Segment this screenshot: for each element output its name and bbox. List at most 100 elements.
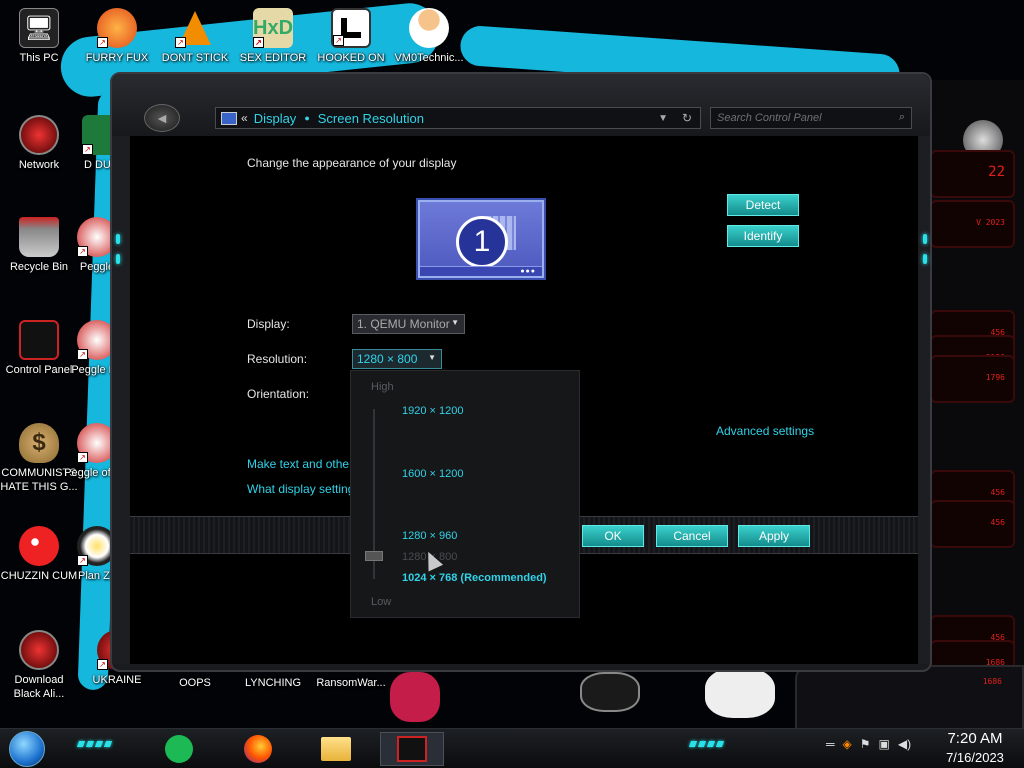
spotify-icon <box>165 735 193 763</box>
system-tray: ═ ◈ ⚑ ▣ ◀) <box>826 737 911 751</box>
identify-button[interactable]: Identify <box>727 225 799 247</box>
monitor-dots-icon: ●●● <box>520 268 536 275</box>
desktop-icon-label: Download Black Ali... <box>13 674 65 700</box>
address-history-chevron-icon[interactable]: ▼ <box>658 113 668 124</box>
desktop-icon-label: SEX EDITOR <box>239 52 307 64</box>
desktop-icon-label: LYNCHING <box>244 677 302 689</box>
taskbar-led-strip <box>76 741 113 747</box>
window-led <box>116 254 120 264</box>
desktop-icon-this-pc[interactable]: 🖥 This PC <box>0 8 78 65</box>
desktop-icon-label: FURRY FUX <box>85 52 149 64</box>
alien-download-icon <box>19 630 59 670</box>
volume-icon[interactable]: ◀) <box>898 737 911 751</box>
taskbar-file-explorer[interactable] <box>315 732 357 766</box>
wallpaper-stat-box: 1796 <box>930 355 1015 403</box>
display-select-value: 1. QEMU Monitor <box>357 317 450 331</box>
firefox-icon: ↗ <box>97 8 137 48</box>
monitor-1-preview[interactable]: 1 ●●● <box>418 200 544 278</box>
taskbar: ═ ◈ ⚑ ▣ ◀) 7:20 AM 7/16/2023 <box>0 728 1024 768</box>
desktop-icon-ransomware[interactable]: RansomWar... <box>312 676 390 690</box>
resolution-option[interactable]: 1600 × 1200 <box>402 468 463 480</box>
slider-high-label: High <box>371 381 394 393</box>
address-bar[interactable]: « Display ● Screen Resolution ▼ ↻ <box>215 107 701 129</box>
network-icon <box>19 115 59 155</box>
search-placeholder: Search Control Panel <box>717 112 822 124</box>
resolution-slider-popup: High 1920 × 1200 1600 × 1200 1280 × 960 … <box>350 370 580 618</box>
back-arrow-icon: ◄ <box>155 110 169 126</box>
desktop-icon-label: HOOKED ON <box>317 52 385 64</box>
desktop-icon-label: UKRAINE <box>92 674 142 686</box>
clock-time: 7:20 AM <box>947 730 1003 747</box>
cancel-button[interactable]: Cancel <box>656 525 728 547</box>
chevron-down-icon: ▼ <box>451 318 459 327</box>
desktop-icon-dont-stick[interactable]: ↗ DONT STICK <box>156 8 234 65</box>
desktop-icon-lynching[interactable]: LYNCHING <box>234 676 312 690</box>
chuzzle-icon <box>19 526 59 566</box>
desktop-icon-label: DONT STICK <box>161 52 229 64</box>
window-led <box>923 234 927 244</box>
breadcrumb-overflow-icon[interactable]: « <box>241 111 248 125</box>
window-right-border <box>916 136 930 664</box>
desktop-icon-vm0technic[interactable]: VM0Technic... <box>390 8 468 65</box>
resolution-option[interactable]: 1280 × 960 <box>402 530 457 542</box>
vlc-icon: ↗ <box>175 8 215 48</box>
display-select[interactable]: 1. QEMU Monitor ▼ <box>352 314 465 334</box>
taskbar-spotify[interactable] <box>158 732 200 766</box>
refresh-icon[interactable]: ↻ <box>682 111 692 125</box>
monitor-taskbar-graphic: ●●● <box>420 266 542 276</box>
desktop-icon-label: RansomWar... <box>316 677 386 689</box>
text-size-link[interactable]: Make text and other <box>247 457 353 471</box>
search-input[interactable]: Search Control Panel ⌕ <box>710 107 912 129</box>
back-forward-button[interactable]: ◄ <box>144 104 180 132</box>
window-led <box>116 234 120 244</box>
advanced-settings-link[interactable]: Advanced settings <box>716 424 814 438</box>
window-led <box>923 254 927 264</box>
control-panel-icon <box>397 736 427 762</box>
this-pc-icon: 🖥 <box>19 8 59 48</box>
wallpaper-shoe <box>390 672 440 722</box>
desktop-icon-oops[interactable]: OOPS <box>156 676 234 690</box>
ok-button[interactable]: OK <box>582 525 644 547</box>
taskbar-clock[interactable]: 7:20 AM 7/16/2023 <box>935 729 1015 766</box>
file-explorer-icon <box>321 737 351 761</box>
resolution-option-recommended[interactable]: 1024 × 768 (Recommended) <box>402 572 547 584</box>
start-button[interactable] <box>9 731 45 767</box>
apply-button[interactable]: Apply <box>738 525 810 547</box>
desktop-icon-furry-fux[interactable]: ↗ FURRY FUX <box>78 8 156 65</box>
slider-low-label: Low <box>371 596 392 608</box>
notification-flag-icon[interactable]: ⚑ <box>860 737 871 751</box>
breadcrumb-separator-icon[interactable]: ● <box>304 113 309 123</box>
resolution-option[interactable]: 1920 × 1200 <box>402 405 463 417</box>
detect-button[interactable]: Detect <box>727 194 799 216</box>
clock-date: 7/16/2023 <box>946 750 1004 765</box>
network-tray-icon[interactable]: ▣ <box>879 737 890 751</box>
search-icon[interactable]: ⌕ <box>899 111 905 124</box>
display-label: Display: <box>247 317 290 331</box>
page-title: Change the appearance of your display <box>247 156 457 170</box>
taskbar-firefox[interactable] <box>237 732 279 766</box>
desktop-icon-sex-editor[interactable]: HxD ↗ SEX EDITOR <box>234 8 312 65</box>
control-panel-icon <box>19 320 59 360</box>
chevron-down-icon: ▼ <box>428 353 436 362</box>
breadcrumb-display[interactable]: Display <box>254 111 297 126</box>
display-settings-help-link[interactable]: What display setting <box>247 482 354 496</box>
resolution-slider-thumb[interactable] <box>365 551 383 561</box>
window-left-border <box>112 136 130 664</box>
wallpaper-shoe <box>705 668 775 718</box>
breadcrumb-screen-resolution[interactable]: Screen Resolution <box>318 111 424 126</box>
resolution-label: Resolution: <box>247 352 308 366</box>
tray-app-icon[interactable]: ◈ <box>843 737 852 751</box>
wallpaper-stat: 1686 <box>982 677 1002 686</box>
desktop-icon-download-black-ali[interactable]: Download Black Ali... <box>0 630 78 701</box>
resolution-select[interactable]: 1280 × 800 ▼ <box>352 349 442 369</box>
taskbar-control-panel[interactable] <box>380 732 444 766</box>
money-bag-icon: $ <box>19 423 59 463</box>
desktop-icon-hooked-on[interactable]: ↗ HOOKED ON <box>312 8 390 65</box>
game-icon: ↗ <box>331 8 371 48</box>
firefox-icon <box>244 735 272 763</box>
wallpaper-stat-box: V 2023 <box>930 200 1015 248</box>
hxd-icon: HxD ↗ <box>253 8 293 48</box>
desktop-icon-label: This PC <box>19 52 59 64</box>
desktop-icon-label: OOPS <box>179 677 211 689</box>
show-desktop-icon[interactable]: ═ <box>826 737 835 751</box>
